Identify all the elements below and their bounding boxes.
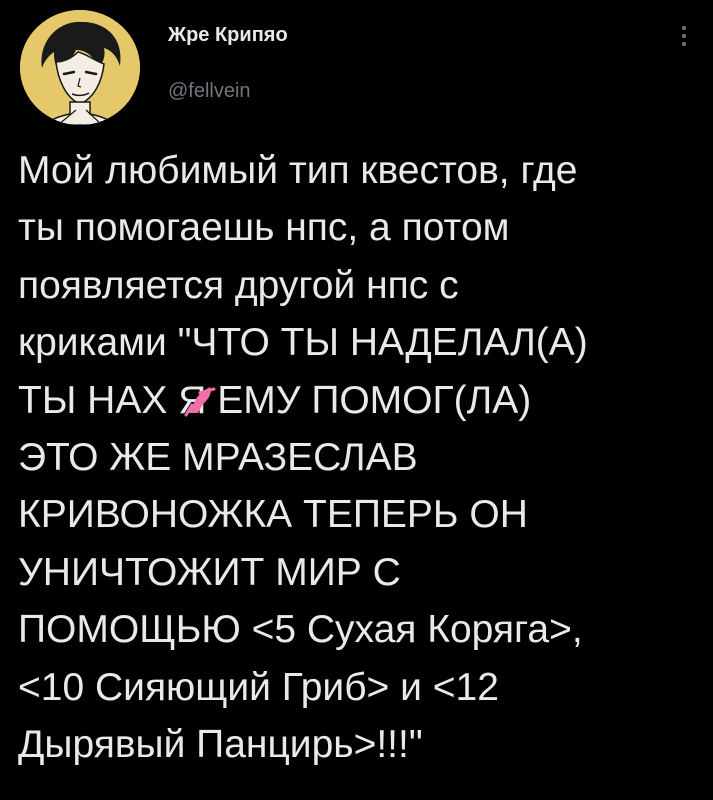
tweet-header: Жре Крипяо @fellvein bbox=[0, 0, 713, 130]
tweet-line: ты помогаешь нпс, а потом bbox=[18, 206, 510, 250]
author-display-name[interactable]: Жре Крипяо bbox=[168, 24, 288, 47]
tweet-line: ТЫ НАХ Я ЕМУ ПОМОГ(ЛА) bbox=[18, 378, 532, 422]
tweet-text: Мой любимый тип квестов, где ты помогаеш… bbox=[18, 142, 703, 773]
tweet-line: Дырявый Панцирь>!!!" bbox=[18, 723, 423, 767]
tweet-line: ЭТО ЖЕ МРАЗЕСЛАВ bbox=[18, 436, 418, 480]
avatar-illustration-icon bbox=[20, 10, 140, 125]
avatar[interactable] bbox=[20, 10, 140, 125]
tweet-line: Мой любимый тип квестов, где bbox=[18, 149, 578, 192]
tweet-line: появляется другой нпс с bbox=[18, 263, 459, 307]
tweet-line: <10 Сияющий Гриб> и <12 bbox=[18, 665, 499, 709]
tweet-line: КРИВОНОЖКА ТЕПЕРЬ ОН bbox=[18, 493, 528, 537]
more-options-icon[interactable] bbox=[672, 16, 696, 56]
tweet-line: криками "ЧТО ТЫ НАДЕЛАЛ(А) bbox=[18, 321, 588, 365]
author-handle[interactable]: @fellvein bbox=[168, 80, 251, 103]
tweet-line: УНИЧТОЖИТ МИР С bbox=[18, 550, 401, 594]
tweet-line: ПОМОЩЬЮ <5 Сухая Коряга>, bbox=[18, 608, 583, 652]
